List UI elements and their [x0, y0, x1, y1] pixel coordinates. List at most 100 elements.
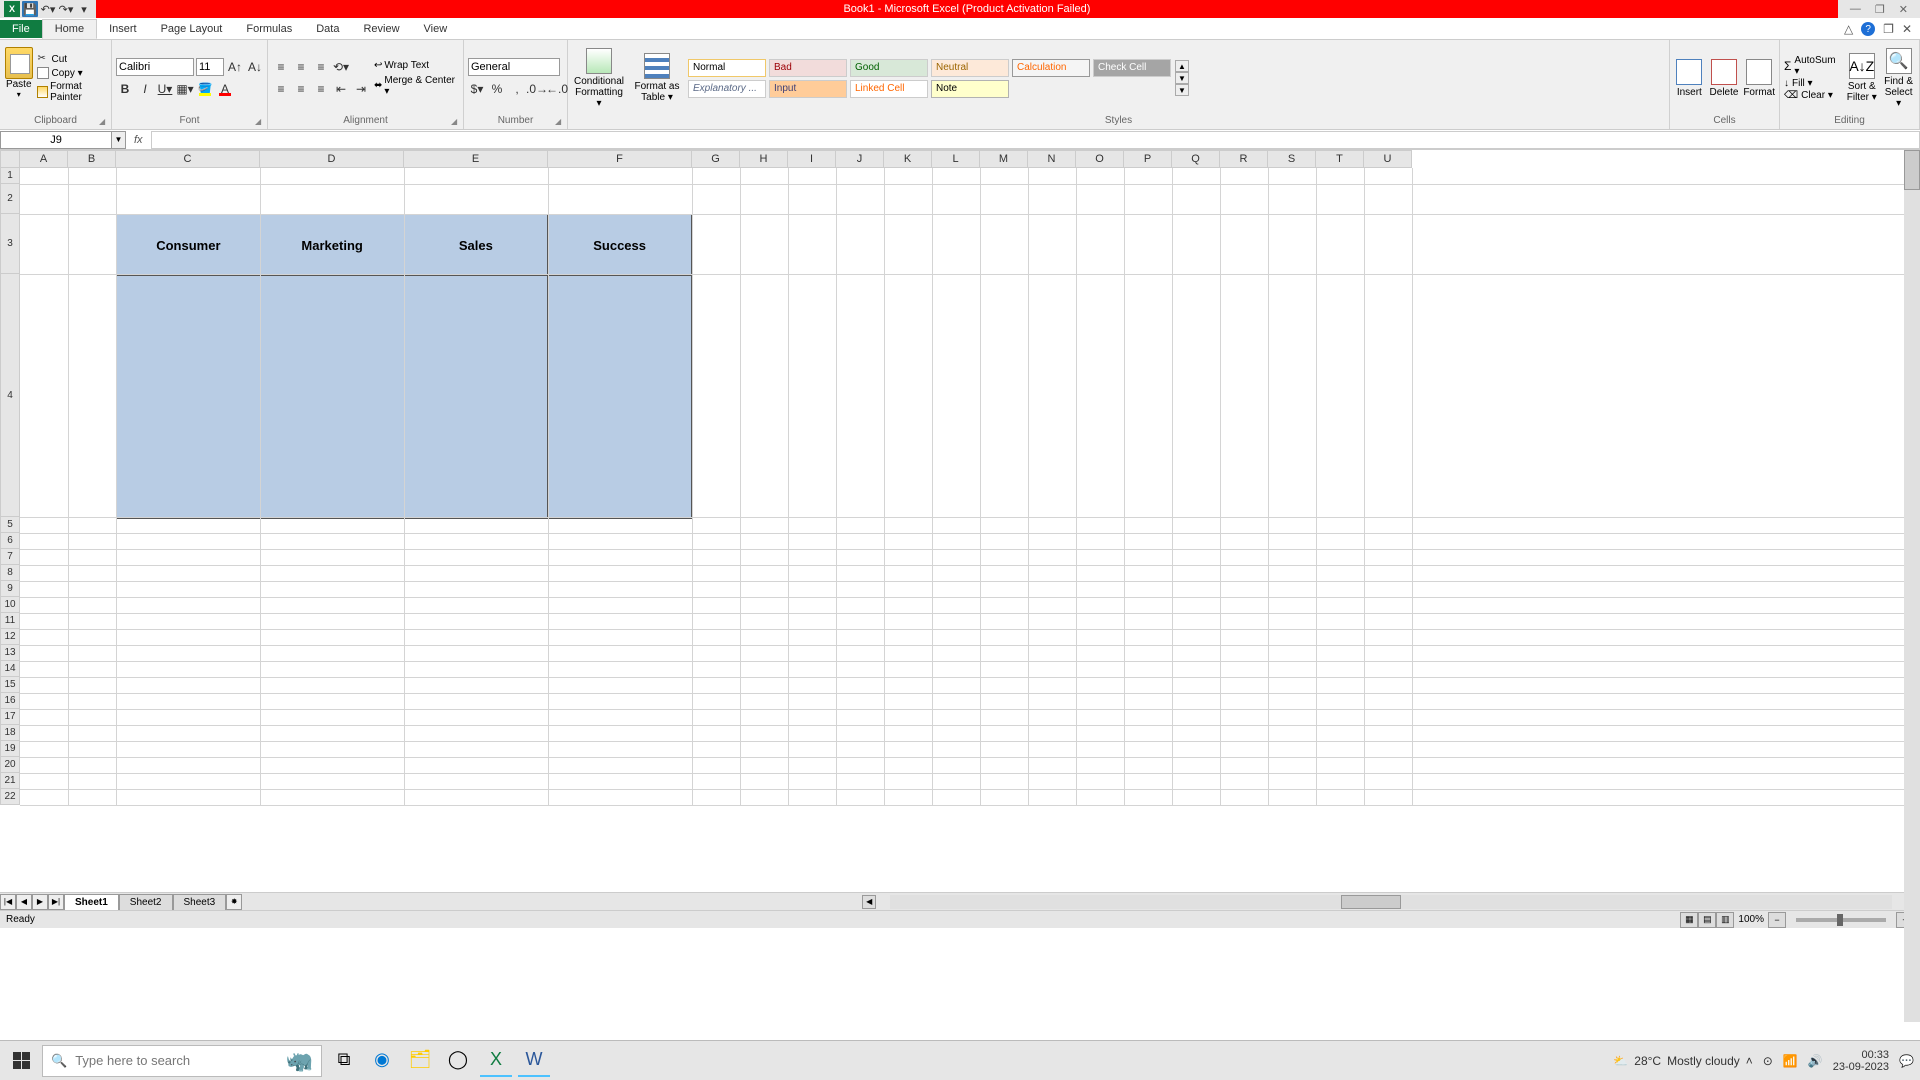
row-header-15[interactable]: 15 — [0, 677, 20, 693]
paste-button[interactable]: Paste ▾ — [4, 47, 33, 109]
row-header-12[interactable]: 12 — [0, 629, 20, 645]
style-normal[interactable]: Normal — [688, 59, 766, 77]
style-neutral[interactable]: Neutral — [931, 59, 1009, 77]
row-header-16[interactable]: 16 — [0, 693, 20, 709]
col-header-C[interactable]: C — [116, 150, 260, 168]
sheet-nav-first-icon[interactable]: |◀ — [0, 894, 16, 910]
underline-button[interactable]: U▾ — [156, 80, 174, 98]
chrome-icon[interactable]: ◯ — [442, 1045, 474, 1077]
font-name-select[interactable] — [116, 58, 194, 76]
align-right-icon[interactable]: ≡ — [312, 80, 330, 98]
align-bottom-icon[interactable]: ≡ — [312, 58, 330, 76]
autosum-button[interactable]: ΣAutoSum ▾ — [1784, 55, 1841, 77]
font-size-select[interactable] — [196, 58, 224, 76]
tab-view[interactable]: View — [412, 20, 460, 38]
sheet-tab-2[interactable]: Sheet2 — [119, 894, 173, 910]
sheet-tab-1[interactable]: Sheet1 — [64, 894, 119, 910]
name-box-dropdown-icon[interactable]: ▼ — [112, 131, 126, 149]
copy-button[interactable]: Copy ▾ — [37, 67, 107, 79]
style-input[interactable]: Input — [769, 80, 847, 98]
percent-button[interactable]: % — [488, 80, 506, 98]
tab-review[interactable]: Review — [351, 20, 411, 38]
gallery-down-icon[interactable]: ▼ — [1175, 72, 1189, 84]
comma-button[interactable]: , — [508, 80, 526, 98]
increase-decimal-button[interactable]: .0→ — [528, 80, 546, 98]
sheet-nav-next-icon[interactable]: ▶ — [32, 894, 48, 910]
row-header-7[interactable]: 7 — [0, 549, 20, 565]
normal-view-icon[interactable]: ▦ — [1680, 912, 1698, 928]
align-top-icon[interactable]: ≡ — [272, 58, 290, 76]
col-header-S[interactable]: S — [1268, 150, 1316, 168]
col-header-B[interactable]: B — [68, 150, 116, 168]
undo-icon[interactable]: ↶▾ — [40, 1, 56, 17]
increase-font-icon[interactable]: A↑ — [226, 58, 244, 76]
tab-formulas[interactable]: Formulas — [234, 20, 304, 38]
merge-center-button[interactable]: ⬌Merge & Center ▾ — [374, 75, 459, 97]
font-color-button[interactable]: A — [216, 80, 234, 98]
tab-page-layout[interactable]: Page Layout — [149, 20, 235, 38]
table-header-consumer[interactable]: Consumer — [117, 215, 261, 275]
close-icon[interactable]: ✕ — [1899, 3, 1908, 16]
weather-widget[interactable]: ⛅ 28°C Mostly cloudy — [1613, 1054, 1739, 1068]
number-dialog-launcher[interactable]: ◢ — [555, 117, 565, 127]
save-icon[interactable]: 💾 — [22, 1, 38, 17]
col-header-Q[interactable]: Q — [1172, 150, 1220, 168]
fx-icon[interactable]: fx — [126, 134, 151, 146]
currency-button[interactable]: $▾ — [468, 80, 486, 98]
decrease-indent-icon[interactable]: ⇤ — [332, 80, 350, 98]
formula-input[interactable] — [151, 131, 1920, 149]
col-header-F[interactable]: F — [548, 150, 692, 168]
zoom-slider[interactable] — [1796, 918, 1886, 922]
col-header-I[interactable]: I — [788, 150, 836, 168]
sheet-nav-last-icon[interactable]: ▶| — [48, 894, 64, 910]
table-header-marketing[interactable]: Marketing — [261, 215, 405, 275]
style-bad[interactable]: Bad — [769, 59, 847, 77]
clipboard-dialog-launcher[interactable]: ◢ — [99, 117, 109, 127]
vertical-scrollbar[interactable] — [1904, 150, 1920, 1022]
hscroll-thumb[interactable] — [1341, 895, 1401, 909]
row-header-20[interactable]: 20 — [0, 757, 20, 773]
meet-now-icon[interactable]: ⊙ — [1763, 1054, 1773, 1068]
row-header-13[interactable]: 13 — [0, 645, 20, 661]
insert-sheet-icon[interactable]: ✸ — [226, 894, 242, 910]
tab-data[interactable]: Data — [304, 20, 351, 38]
minimize-ribbon-icon[interactable]: △ — [1844, 22, 1853, 36]
file-explorer-icon[interactable]: 🗂 — [404, 1045, 436, 1077]
tab-insert[interactable]: Insert — [97, 20, 149, 38]
select-all-corner[interactable] — [0, 150, 20, 168]
bold-button[interactable]: B — [116, 80, 134, 98]
page-break-view-icon[interactable]: ▥ — [1716, 912, 1734, 928]
vscroll-thumb[interactable] — [1904, 150, 1920, 190]
row-header-18[interactable]: 18 — [0, 725, 20, 741]
style-linked-cell[interactable]: Linked Cell — [850, 80, 928, 98]
align-center-icon[interactable]: ≡ — [292, 80, 310, 98]
name-box[interactable]: J9 — [0, 131, 112, 149]
format-painter-button[interactable]: Format Painter — [37, 81, 107, 103]
window-close-icon[interactable]: ✕ — [1902, 22, 1912, 36]
table-body-cell[interactable] — [261, 276, 405, 518]
col-header-L[interactable]: L — [932, 150, 980, 168]
format-cells-button[interactable]: Format — [1743, 59, 1775, 98]
style-calculation[interactable]: Calculation — [1012, 59, 1090, 77]
table-body-cell[interactable] — [117, 276, 261, 518]
col-header-O[interactable]: O — [1076, 150, 1124, 168]
cut-button[interactable]: ✂Cut — [37, 53, 107, 65]
minimize-icon[interactable]: — — [1850, 3, 1861, 15]
alignment-dialog-launcher[interactable]: ◢ — [451, 117, 461, 127]
row-header-3[interactable]: 3 — [0, 214, 20, 274]
row-header-22[interactable]: 22 — [0, 789, 20, 805]
row-header-19[interactable]: 19 — [0, 741, 20, 757]
fill-button[interactable]: ↓Fill ▾ — [1784, 78, 1841, 89]
find-select-button[interactable]: 🔍Find & Select ▾ — [1882, 48, 1915, 109]
format-as-table-button[interactable]: Format as Table ▾ — [630, 53, 684, 103]
row-header-11[interactable]: 11 — [0, 613, 20, 629]
col-header-R[interactable]: R — [1220, 150, 1268, 168]
sort-filter-button[interactable]: A↓ZSort & Filter ▾ — [1845, 53, 1878, 103]
help-icon[interactable]: ? — [1861, 22, 1875, 36]
row-header-1[interactable]: 1 — [0, 168, 20, 184]
col-header-T[interactable]: T — [1316, 150, 1364, 168]
col-header-U[interactable]: U — [1364, 150, 1412, 168]
align-middle-icon[interactable]: ≡ — [292, 58, 310, 76]
style-explanatory[interactable]: Explanatory ... — [688, 80, 766, 98]
task-view-icon[interactable]: ⧉ — [328, 1045, 360, 1077]
